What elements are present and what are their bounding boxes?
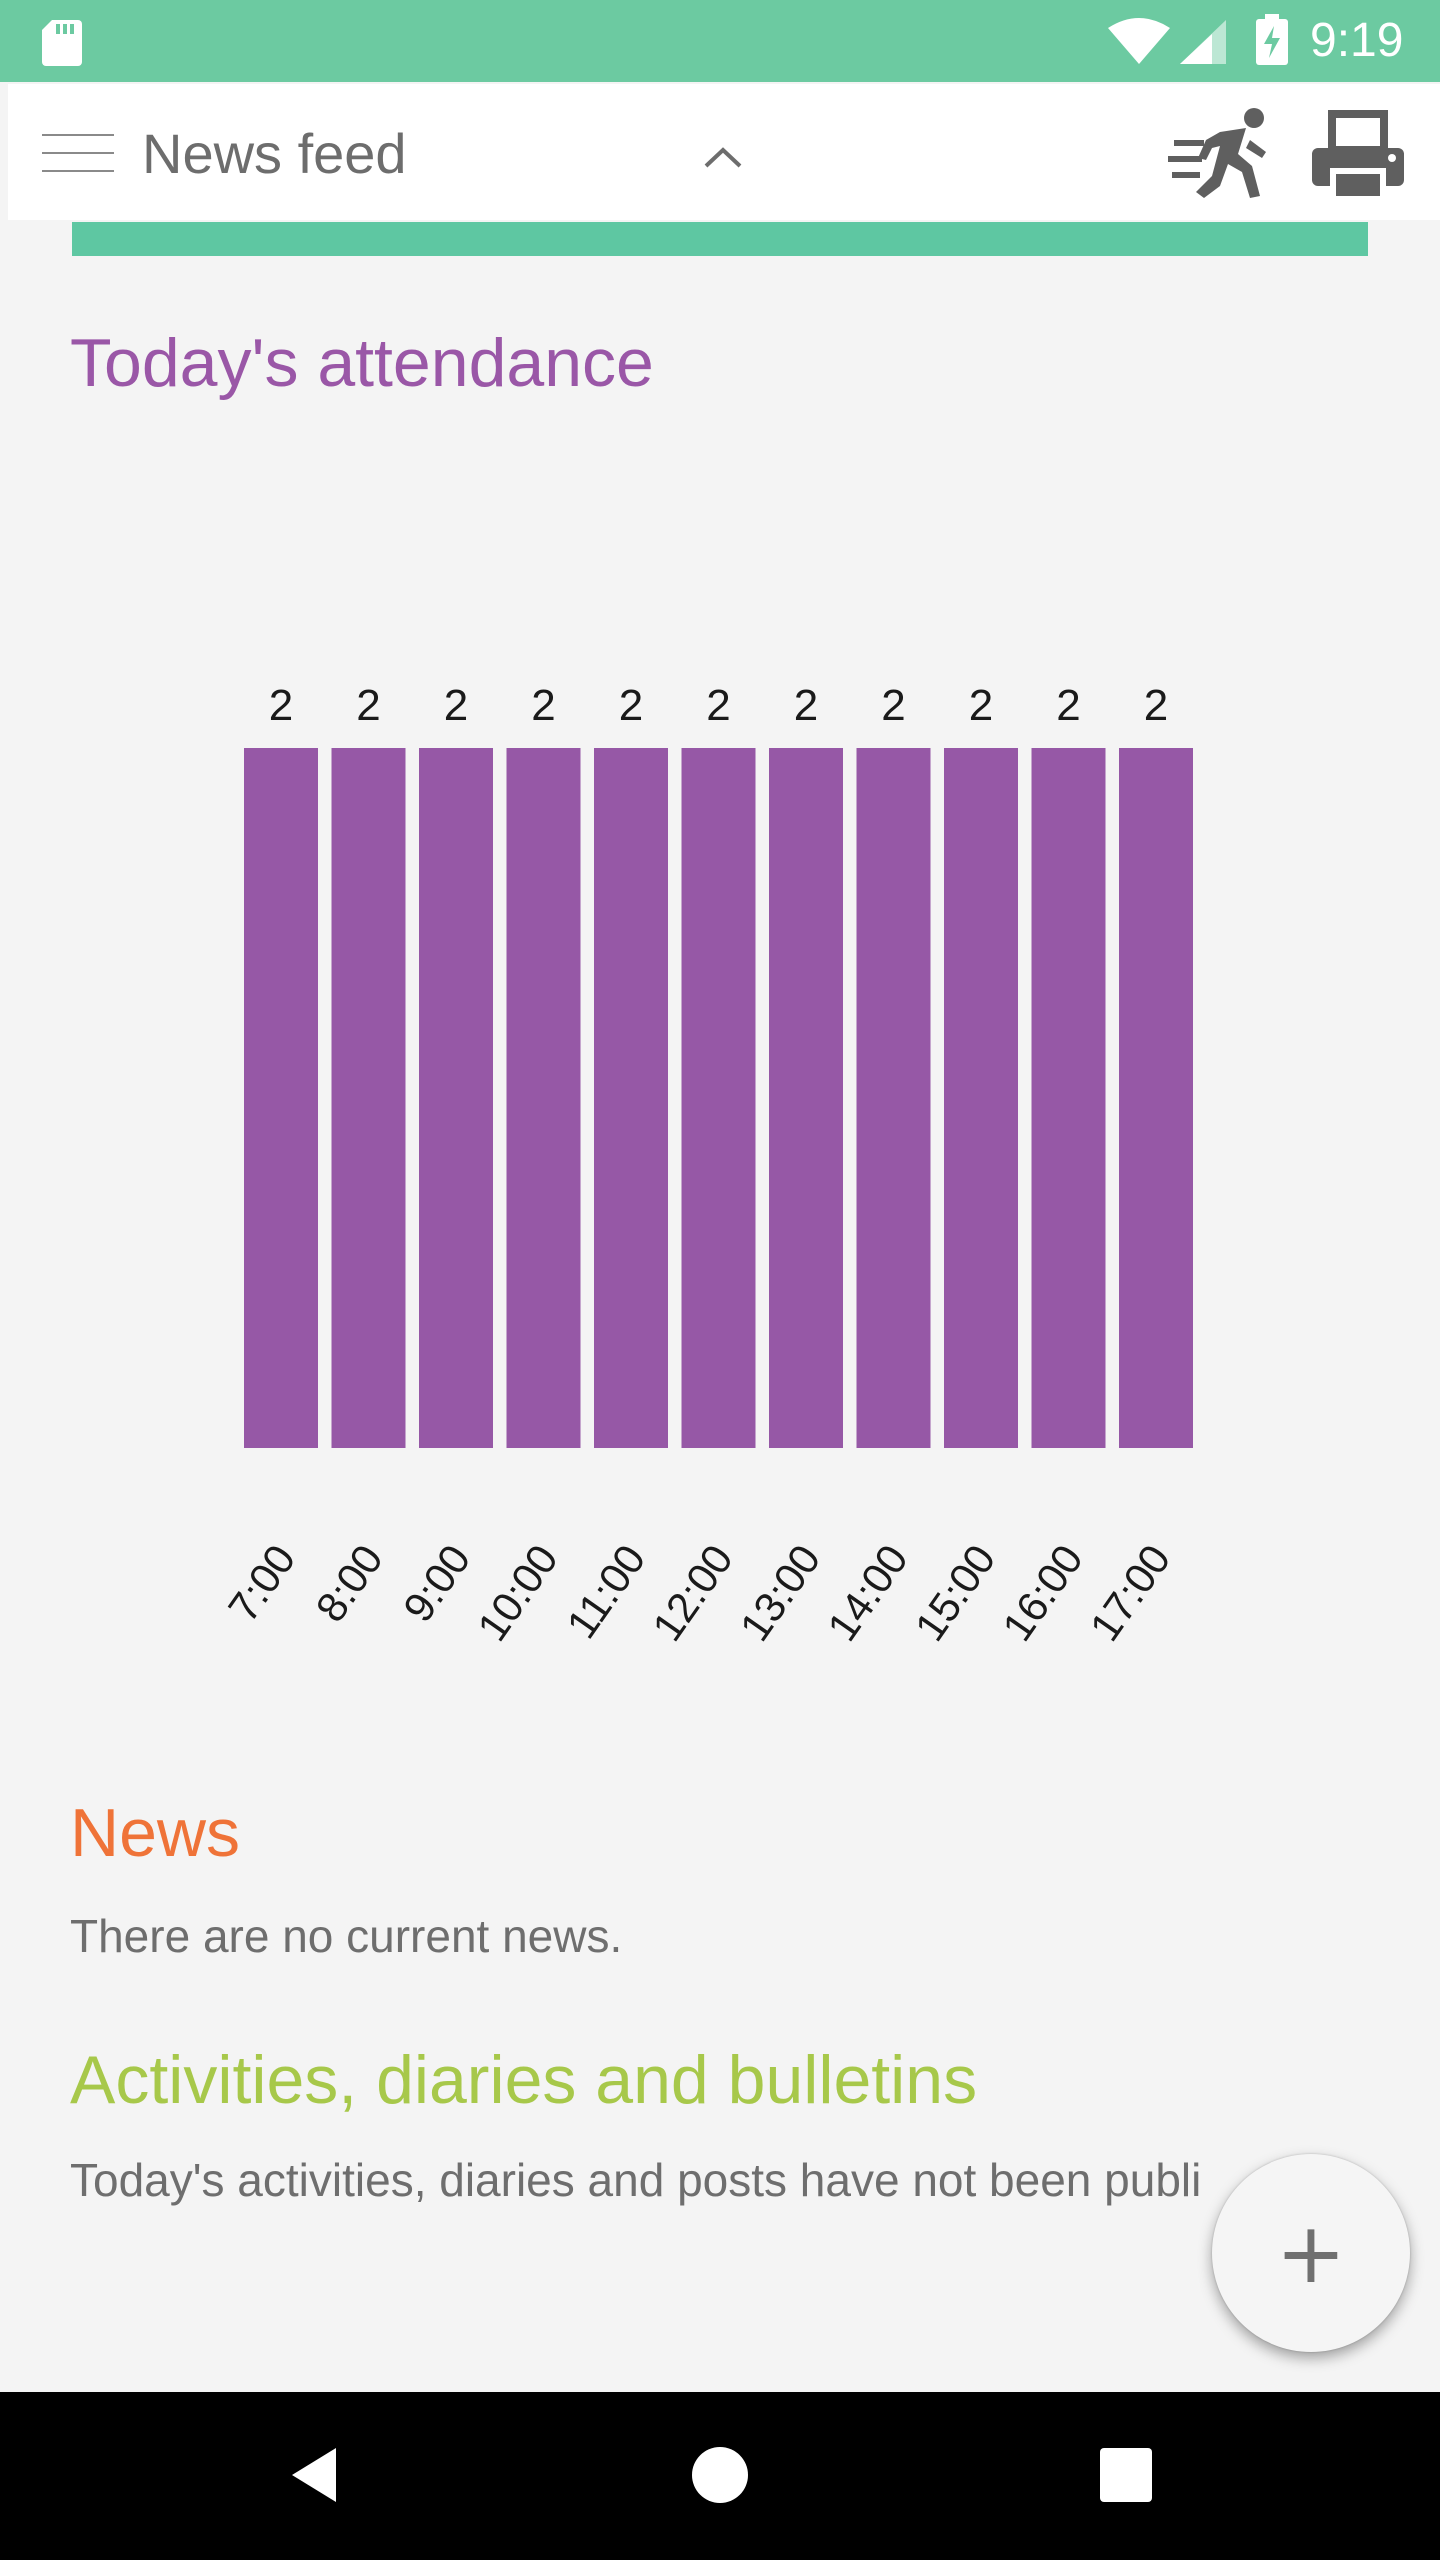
feed-accent-bar <box>72 222 1368 256</box>
sd-card-icon <box>42 20 82 66</box>
x-tick-label: 8:00 <box>306 1536 391 1630</box>
wifi-icon <box>1108 18 1170 64</box>
home-circle-icon[interactable] <box>690 2440 750 2510</box>
news-empty-message: There are no current news. <box>70 1910 623 1962</box>
x-tick-label: 17:00 <box>1081 1536 1180 1649</box>
attendance-bar <box>944 748 1018 1448</box>
attendance-bar <box>769 748 843 1448</box>
attendance-bar <box>419 748 493 1448</box>
attendance-bar <box>244 748 318 1448</box>
system-navigation-bar <box>0 2392 1440 2560</box>
battery-charging-icon <box>1256 14 1288 65</box>
x-tick-label: 13:00 <box>731 1536 830 1649</box>
x-tick-label: 9:00 <box>394 1536 479 1630</box>
app-toolbar: News feed <box>8 84 1440 220</box>
bar-value-label: 2 <box>969 681 993 730</box>
x-tick-label: 16:00 <box>993 1536 1092 1649</box>
attendance-bar <box>1031 748 1106 1448</box>
x-tick-label: 11:00 <box>557 1536 654 1647</box>
bar-value-label: 2 <box>794 681 818 730</box>
status-bar: 9:19 <box>0 0 1440 82</box>
bar-value-label: 2 <box>706 681 730 730</box>
x-tick-label: 15:00 <box>906 1536 1005 1649</box>
attendance-bar <box>594 748 668 1448</box>
bar-value-label: 2 <box>1144 681 1168 730</box>
bar-value-label: 2 <box>269 681 293 730</box>
attendance-bar <box>331 748 406 1448</box>
activities-empty-message: Today's activities, diaries and posts ha… <box>70 2154 1202 2206</box>
bar-value-label: 2 <box>531 681 555 730</box>
news-feed-screen: 9:19 News feed Today's attendance 2 7:00… <box>0 0 1440 2560</box>
attendance-title: Today's attendance <box>70 325 654 401</box>
running-person-icon[interactable] <box>1168 106 1272 202</box>
back-triangle-icon[interactable] <box>284 2440 344 2510</box>
page-title[interactable]: News feed <box>142 114 407 194</box>
recents-square-icon[interactable] <box>1096 2442 1156 2508</box>
attendance-bar <box>1119 748 1193 1448</box>
menu-line-icon <box>42 134 114 136</box>
menu-line-icon <box>42 152 114 154</box>
attendance-bar <box>506 748 581 1448</box>
bar-value-label: 2 <box>1056 681 1080 730</box>
bar-value-label: 2 <box>619 681 643 730</box>
status-clock: 9:19 <box>1310 14 1404 67</box>
attendance-bar <box>681 748 756 1448</box>
bar-value-label: 2 <box>444 681 468 730</box>
menu-button[interactable] <box>38 128 120 180</box>
activities-title: Activities, diaries and bulletins <box>70 2042 978 2118</box>
chevron-up-icon[interactable] <box>688 132 758 182</box>
x-tick-label: 14:00 <box>818 1536 917 1649</box>
x-tick-label: 12:00 <box>643 1536 742 1649</box>
news-title: News <box>70 1795 241 1871</box>
bar-value-label: 2 <box>356 681 380 730</box>
add-button[interactable] <box>1212 2154 1410 2352</box>
cell-signal-icon <box>1180 20 1226 64</box>
bar-value-label: 2 <box>881 681 905 730</box>
attendance-bar-chart: 2 7:00 2 8:00 2 9:00 2 10:00 2 11:00 2 12:00 2 13:00 2… <box>219 681 1193 1649</box>
attendance-bar <box>856 748 931 1448</box>
x-tick-label: 7:00 <box>219 1536 304 1630</box>
printer-icon[interactable] <box>1308 110 1408 202</box>
x-tick-label: 10:00 <box>468 1536 567 1649</box>
menu-line-icon <box>42 170 114 172</box>
